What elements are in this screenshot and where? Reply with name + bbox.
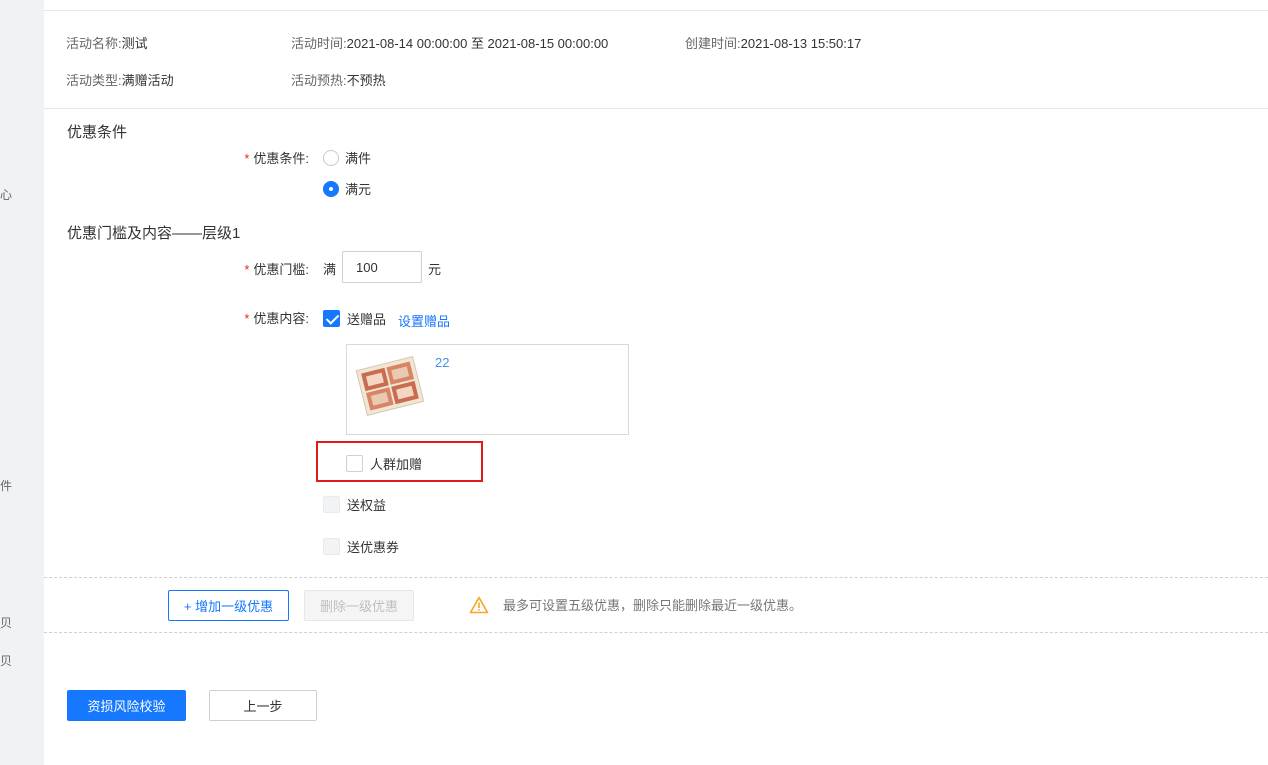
checkbox-box[interactable]	[323, 310, 340, 327]
condition-label: * 优惠条件:	[244, 151, 309, 166]
checkbox-box[interactable]	[323, 538, 340, 555]
send-rights-checkbox[interactable]: 送权益	[323, 495, 386, 514]
checkbox-box[interactable]	[346, 455, 363, 472]
top-divider	[44, 10, 1268, 11]
send-coupon-checkbox[interactable]: 送优惠券	[323, 537, 399, 556]
threshold-label: * 优惠门槛:	[244, 262, 309, 277]
nav-stub[interactable]: 贝	[0, 614, 12, 631]
radio-circle[interactable]	[323, 149, 339, 166]
tier-divider	[44, 577, 1268, 578]
tier-warning: 最多可设置五级优惠，删除只能删除最近一级优惠。	[469, 595, 802, 614]
radio-circle[interactable]	[323, 180, 339, 197]
main-content: 活动名称:测试 活动时间:2021-08-14 00:00:00 至 2021-…	[44, 0, 1268, 765]
nav-stub[interactable]: 心	[0, 186, 12, 203]
condition-section-title: 优惠条件	[67, 124, 128, 141]
set-gift-link[interactable]: 设置赠品	[398, 311, 450, 330]
activity-name: 活动名称:测试	[66, 36, 148, 51]
threshold-input[interactable]: 100	[342, 251, 422, 283]
gift-thumbnail-image	[355, 356, 425, 416]
content-label: * 优惠内容:	[244, 311, 309, 326]
gift-name[interactable]: 22	[435, 355, 449, 370]
send-gift-checkbox[interactable]: 送赠品	[323, 309, 386, 328]
left-nav-rail: 心 件 贝 贝	[0, 0, 44, 765]
warning-icon	[469, 596, 489, 613]
risk-check-button[interactable]: 资损风险校验	[67, 690, 186, 721]
checkbox-box[interactable]	[323, 496, 340, 513]
nav-stub[interactable]: 贝	[0, 652, 12, 669]
prev-step-button[interactable]: 上一步	[209, 690, 317, 721]
crowd-gift-checkbox[interactable]: 人群加赠	[346, 454, 422, 473]
required-marker: *	[244, 262, 250, 277]
gift-card: 22	[346, 344, 629, 435]
add-tier-button[interactable]: + 增加一级优惠	[168, 590, 289, 621]
info-divider	[44, 108, 1268, 109]
activity-type: 活动类型:满赠活动	[66, 73, 174, 88]
activity-preheat: 活动预热:不预热	[291, 73, 386, 88]
radio-full-piece[interactable]: 满件	[323, 148, 371, 167]
threshold-unit: 元	[428, 262, 442, 277]
threshold-prefix: 满	[323, 262, 337, 277]
required-marker: *	[244, 311, 250, 326]
nav-stub[interactable]: 件	[0, 477, 12, 494]
activity-time: 活动时间:2021-08-14 00:00:00 至 2021-08-15 00…	[291, 36, 609, 51]
tier-section-title: 优惠门槛及内容——层级1	[67, 225, 241, 242]
required-marker: *	[244, 151, 250, 166]
actions-divider	[44, 632, 1268, 633]
created-time: 创建时间:2021-08-13 15:50:17	[685, 36, 862, 51]
delete-tier-button[interactable]: 删除一级优惠	[304, 590, 414, 621]
radio-full-yuan[interactable]: 满元	[323, 179, 371, 198]
